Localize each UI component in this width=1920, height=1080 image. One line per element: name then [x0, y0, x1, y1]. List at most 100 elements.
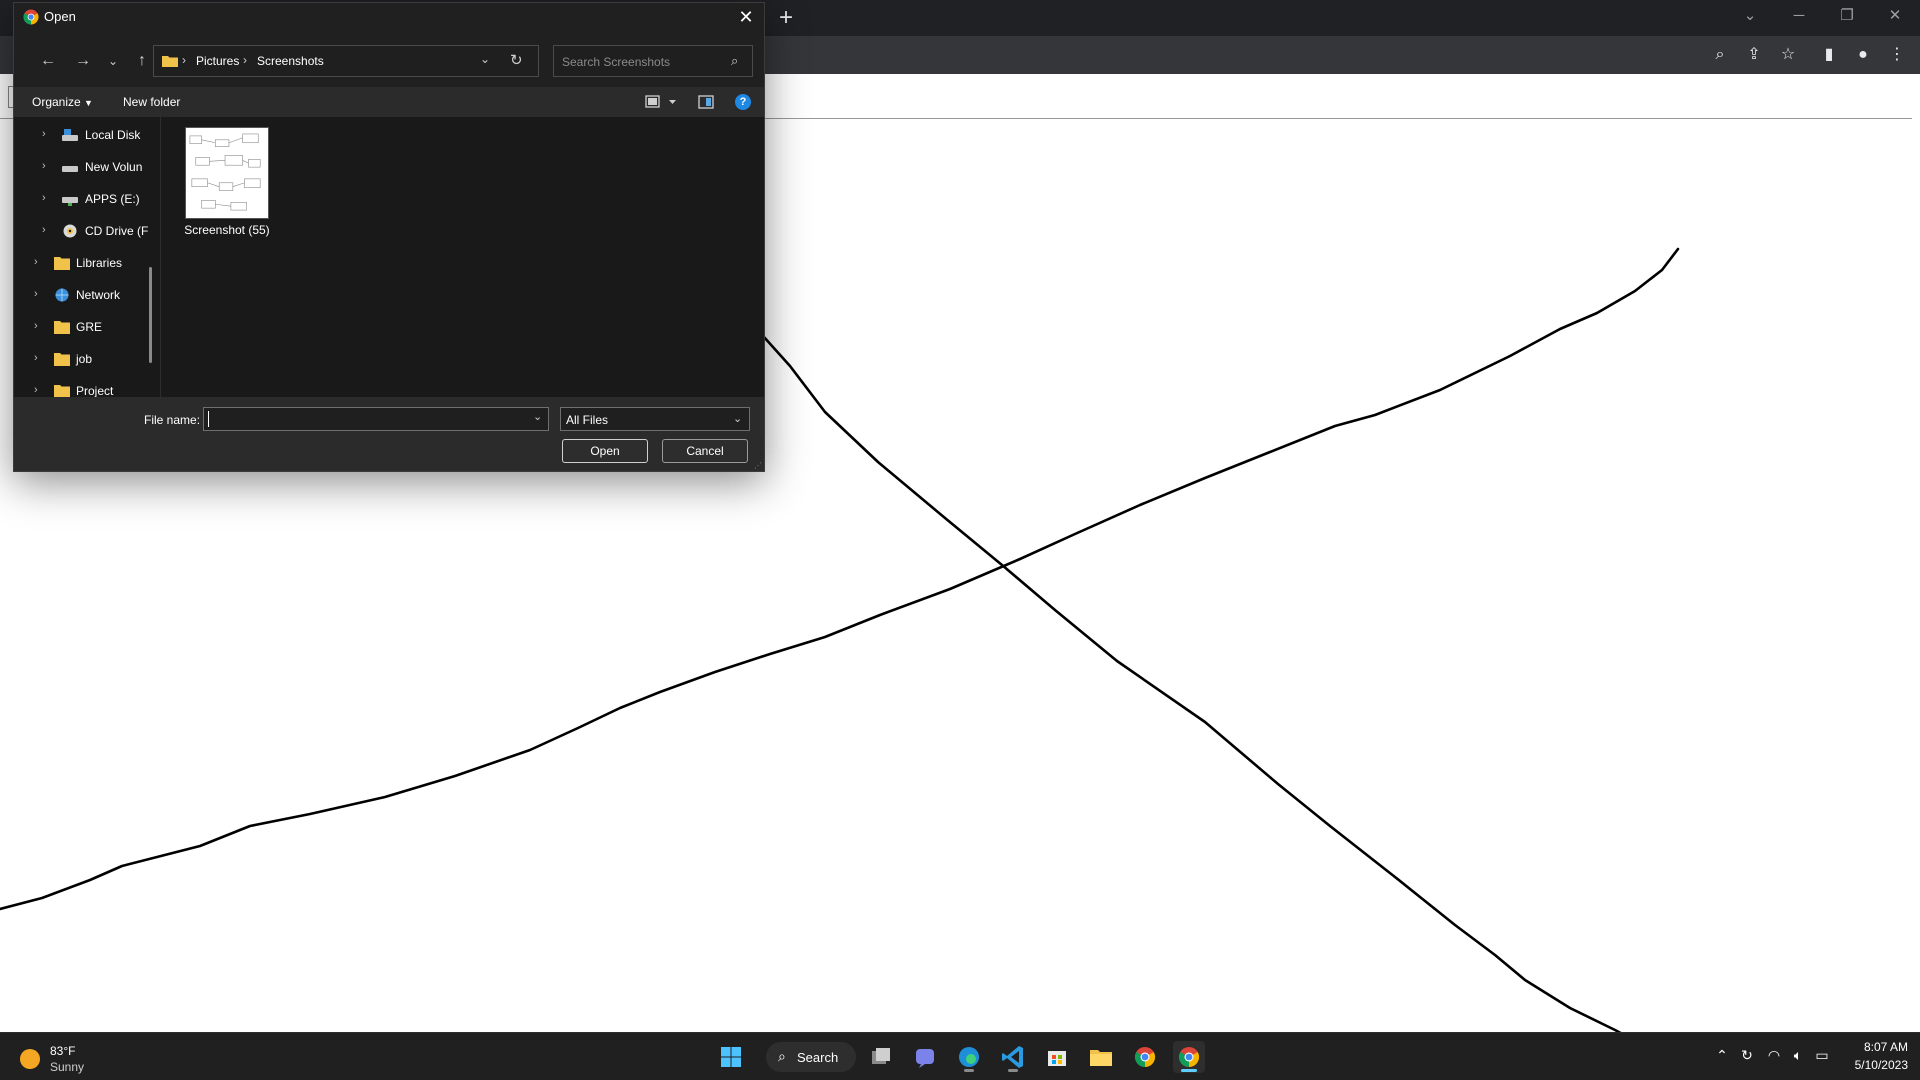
expand-chevron-icon[interactable]: › — [42, 192, 46, 204]
taskbar-search-button[interactable]: ⌕ Search — [766, 1042, 856, 1072]
dialog-navigation-bar: ← → ⌄ ↑ › Pictures › Screenshots ⌄ ↻ Sea… — [14, 31, 764, 87]
nav-item-libraries[interactable]: › Libraries — [14, 251, 160, 277]
folder-icon — [54, 321, 70, 334]
active-app-indicator — [1181, 1069, 1197, 1072]
file-name-dropdown-icon[interactable]: ⌄ — [533, 410, 542, 423]
back-arrow-icon[interactable]: ← — [36, 50, 60, 72]
search-input[interactable]: Search Screenshots ⌕ — [553, 45, 753, 77]
store-icon — [1048, 1051, 1066, 1066]
running-indicator — [1008, 1069, 1018, 1072]
help-icon[interactable]: ? — [735, 94, 751, 110]
search-placeholder: Search Screenshots — [562, 55, 671, 69]
address-bar[interactable]: › Pictures › Screenshots ⌄ ↻ — [153, 45, 539, 77]
store-button[interactable] — [1041, 1041, 1073, 1073]
weather-condition: Sunny — [50, 1060, 85, 1074]
expand-chevron-icon[interactable]: › — [34, 320, 38, 332]
dialog-title-bar: Open ✕ — [14, 3, 764, 31]
forward-arrow-icon[interactable]: → — [71, 50, 95, 72]
running-indicator — [964, 1069, 974, 1072]
nav-item-new-volume[interactable]: › New Volun — [14, 155, 160, 181]
chrome-button[interactable] — [1129, 1041, 1161, 1073]
dialog-footer: File name: ⌄ All Files ⌄ Open Cancel ⋰ — [14, 397, 764, 471]
file-name-input[interactable] — [203, 407, 549, 431]
search-icon: ⌕ — [778, 1048, 786, 1064]
breadcrumb-screenshots[interactable]: Screenshots — [257, 54, 324, 68]
nav-item-job[interactable]: › job — [14, 347, 160, 373]
search-icon: ⌕ — [731, 53, 739, 68]
expand-chevron-icon[interactable]: › — [42, 224, 46, 236]
volume-icon[interactable]: 🔈︎ — [1788, 1047, 1808, 1067]
breadcrumb-separator-icon: › — [182, 53, 186, 67]
nav-item-network[interactable]: › Network — [14, 283, 160, 309]
file-thumbnail — [185, 127, 269, 219]
dropdown-caret-icon: ▼ — [84, 98, 93, 108]
open-button[interactable]: Open — [562, 439, 648, 463]
nav-item-cd-drive[interactable]: › CD Drive (F — [14, 219, 160, 245]
vscode-button[interactable] — [997, 1041, 1029, 1073]
freehand-stroke — [688, 226, 1622, 1032]
breadcrumb-pictures[interactable]: Pictures — [196, 54, 239, 68]
new-folder-button[interactable]: New folder — [123, 95, 180, 109]
task-view-icon — [872, 1048, 890, 1064]
teams-chat-button[interactable] — [909, 1041, 941, 1073]
chrome-logo-icon — [23, 9, 39, 25]
expand-chevron-icon[interactable]: › — [34, 384, 38, 396]
file-type-select[interactable]: All Files ⌄ — [560, 407, 750, 431]
weather-temperature: 83°F — [50, 1044, 76, 1058]
file-explorer-icon — [1090, 1050, 1112, 1066]
nav-item-label: CD Drive (F — [85, 224, 149, 238]
battery-icon[interactable]: ▭ — [1812, 1047, 1832, 1067]
clock-date[interactable]: 5/10/2023 — [1838, 1058, 1908, 1072]
folder-icon — [162, 56, 178, 67]
file-name-label: File name: — [144, 413, 201, 427]
file-item[interactable]: Screenshot (55) — [175, 127, 285, 237]
recent-locations-chevron-icon[interactable]: ⌄ — [101, 50, 125, 72]
nav-item-label: Network — [76, 288, 121, 302]
navigation-pane: › Local Disk › New Volun › APPS (E:) › C… — [14, 117, 160, 397]
command-bar: Organize ▼ New folder ? — [14, 87, 764, 117]
file-type-value: All Files — [566, 413, 609, 427]
clock-time[interactable]: 8:07 AM — [1838, 1040, 1908, 1054]
resize-grip-icon[interactable]: ⋰ — [754, 461, 762, 470]
show-hidden-icons-chevron-icon[interactable]: ⌃ — [1712, 1047, 1732, 1067]
close-icon[interactable]: ✕ — [730, 5, 762, 29]
address-dropdown-icon[interactable]: ⌄ — [480, 52, 490, 66]
expand-chevron-icon[interactable]: › — [42, 160, 46, 172]
change-view-icon[interactable] — [645, 94, 681, 110]
taskbar-search-label: Search — [797, 1050, 839, 1065]
organize-button[interactable]: Organize ▼ — [32, 95, 93, 109]
cd-drive-icon — [63, 224, 77, 238]
file-explorer-button[interactable] — [1085, 1041, 1117, 1073]
expand-chevron-icon[interactable]: › — [34, 288, 38, 300]
wifi-icon[interactable]: ◠ — [1764, 1047, 1784, 1067]
file-list-pane: Screenshot (55) — [161, 117, 764, 397]
nav-pane-scrollbar[interactable] — [149, 267, 152, 363]
nav-item-apps-drive[interactable]: › APPS (E:) — [14, 187, 160, 213]
file-name-label: Screenshot (55) — [184, 223, 270, 237]
nav-item-label: New Volun — [85, 160, 143, 174]
taskbar: 83°F Sunny ⌕ Search ⌃ ↻ ◠ 🔈︎ ▭ 8:07 AM 5… — [0, 1032, 1920, 1080]
weather-widget[interactable]: 83°F Sunny — [18, 1041, 138, 1075]
start-button[interactable] — [715, 1041, 747, 1073]
refresh-icon[interactable]: ↻ — [510, 51, 523, 69]
up-arrow-icon[interactable]: ↑ — [130, 50, 154, 72]
edge-button[interactable] — [953, 1041, 985, 1073]
network-icon — [55, 288, 69, 302]
expand-chevron-icon[interactable]: › — [34, 352, 38, 364]
folder-icon — [54, 385, 70, 397]
preview-pane-icon[interactable] — [698, 94, 714, 110]
nav-item-gre[interactable]: › GRE — [14, 315, 160, 341]
task-view-button[interactable] — [865, 1041, 897, 1073]
nav-item-label: APPS (E:) — [85, 192, 140, 206]
nav-item-label: job — [76, 352, 93, 366]
chrome-active-button[interactable] — [1173, 1041, 1205, 1073]
cancel-button[interactable]: Cancel — [662, 439, 748, 463]
expand-chevron-icon[interactable]: › — [34, 256, 38, 268]
nav-item-project[interactable]: › Project — [14, 379, 160, 397]
folder-icon — [54, 257, 70, 270]
sync-icon[interactable]: ↻ — [1737, 1047, 1757, 1067]
nav-item-local-disk[interactable]: › Local Disk — [14, 123, 160, 149]
expand-chevron-icon[interactable]: › — [42, 128, 46, 140]
drive-icon — [62, 129, 78, 141]
network-drive-icon — [62, 197, 78, 206]
